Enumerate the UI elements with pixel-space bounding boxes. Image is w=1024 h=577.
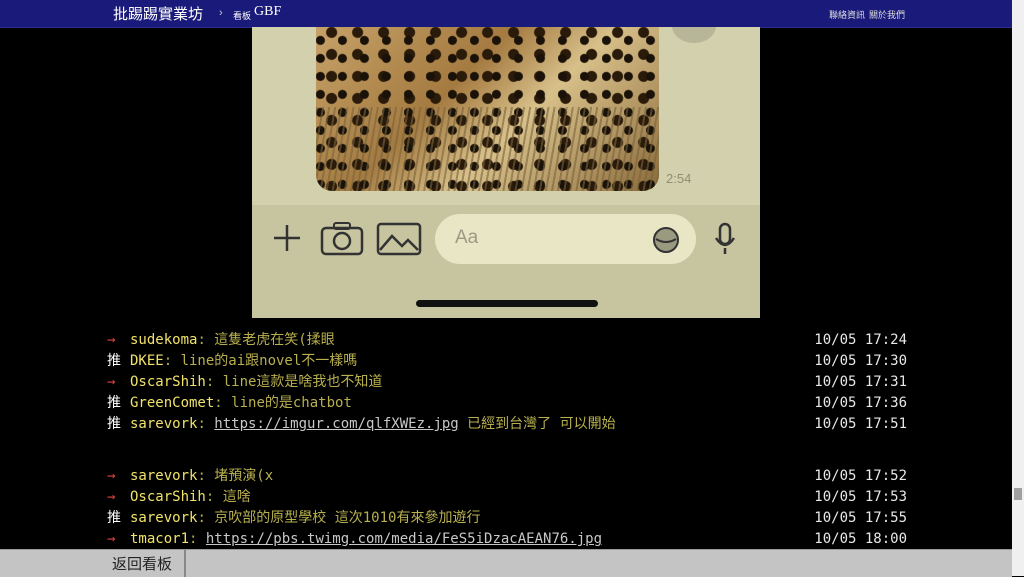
comment-user: sarevork: [130, 416, 198, 432]
comment-tag: →: [107, 489, 116, 505]
plus-icon: [274, 225, 300, 251]
breadcrumb-separator: ›: [219, 7, 223, 19]
comment-row: 推 GreenComet: line的是chatbot 10/05 17:36: [107, 395, 907, 411]
comment-row: → OscarShih: line這款是啥我也不知道 10/05 17:31: [107, 374, 907, 390]
embedded-chat-screenshot: 2:54 Aa: [252, 27, 760, 318]
share-circle-icon: [672, 27, 716, 43]
comment-tag: 推: [107, 416, 121, 432]
comment-content: line的是chatbot: [231, 395, 352, 411]
comment-time: 10/05 17:31: [814, 374, 907, 390]
comment-tag: →: [107, 374, 116, 390]
bottom-bar-divider: [184, 550, 186, 577]
comment-user: GreenComet: [130, 395, 215, 411]
comment-time: 10/05 17:36: [814, 395, 907, 411]
board-name-link[interactable]: GBF: [254, 4, 281, 20]
comment-user: sudekoma: [130, 332, 198, 348]
comment-link[interactable]: https://imgur.com/qlfXWEz.jpg: [214, 416, 458, 432]
comment-tag: →: [107, 332, 116, 348]
comment-content: 這隻老虎在笑(揉眼: [214, 332, 335, 348]
comment-content-after: 已經到台灣了 可以開始: [458, 416, 616, 432]
comment-content: 堵預演(x: [214, 468, 274, 484]
comment-content: 京吹部的原型學校 這次1010有來參加遊行: [214, 510, 481, 526]
comment-tag: →: [107, 468, 116, 484]
image-icon: [376, 222, 422, 256]
microphone-icon: [714, 222, 736, 254]
message-input: Aa: [435, 214, 696, 264]
comment-row: → sarevork: 堵預演(x 10/05 17:52: [107, 468, 907, 484]
comment-content: 這啥: [222, 489, 251, 505]
comment-row: → OscarShih: 這啥 10/05 17:53: [107, 489, 907, 505]
comment-tag: 推: [107, 510, 121, 526]
scrollbar-thumb[interactable]: [1014, 488, 1022, 500]
comment-time: 10/05 17:53: [814, 489, 907, 505]
comment-content: line的ai跟novel不一樣嗎: [180, 353, 358, 369]
back-to-board-button[interactable]: 返回看板: [112, 553, 172, 574]
comment-user: sarevork: [130, 468, 198, 484]
comment-tag: →: [107, 531, 116, 547]
about-link[interactable]: 關於我們: [869, 8, 905, 21]
comment-user: tmacor1: [130, 531, 190, 547]
comment-time: 10/05 18:00: [814, 531, 907, 547]
emoji-icon: [653, 227, 679, 253]
comment-row: 推 sarevork: 京吹部的原型學校 這次1010有來參加遊行 10/05 1…: [107, 510, 907, 526]
message-input-placeholder: Aa: [455, 227, 479, 248]
top-navbar: 批踢踢實業坊 › 看板 GBF 聯絡資訊 關於我們: [0, 0, 1012, 28]
comment-tag: 推: [107, 353, 121, 369]
comment-time: 10/05 17:55: [814, 510, 907, 526]
bottom-bar: 返回看板: [0, 549, 1012, 577]
comment-user: sarevork: [130, 510, 198, 526]
comment-row: 推 sarevork: https://imgur.com/qlfXWEz.jpg…: [107, 416, 907, 432]
comment-time: 10/05 17:52: [814, 468, 907, 484]
comment-link[interactable]: https://pbs.twimg.com/media/FeS5iDzacAEA…: [206, 531, 602, 547]
site-logo-link[interactable]: 批踢踢實業坊: [113, 3, 203, 24]
comment-time: 10/05 17:51: [814, 416, 907, 432]
home-indicator: [416, 300, 598, 307]
message-time: 2:54: [666, 171, 692, 186]
comment-row: → tmacor1: https://pbs.twimg.com/media/Fe…: [107, 531, 907, 547]
comment-content: line這款是啥我也不知道: [222, 374, 383, 390]
camera-icon: [320, 222, 364, 256]
comment-user: DKEE: [130, 353, 164, 369]
comment-tag: 推: [107, 395, 121, 411]
contact-link[interactable]: 聯絡資訊: [829, 8, 865, 21]
comment-time: 10/05 17:30: [814, 353, 907, 369]
board-label: 看板: [233, 11, 252, 21]
comment-user: OscarShih: [130, 489, 206, 505]
comment-row: → sudekoma: 這隻老虎在笑(揉眼 10/05 17:24: [107, 332, 907, 348]
comment-user: OscarShih: [130, 374, 206, 390]
comment-time: 10/05 17:24: [814, 332, 907, 348]
grass-overlay: [316, 107, 659, 191]
comment-row: 推 DKEE: line的ai跟novel不一樣嗎 10/05 17:30: [107, 353, 907, 369]
